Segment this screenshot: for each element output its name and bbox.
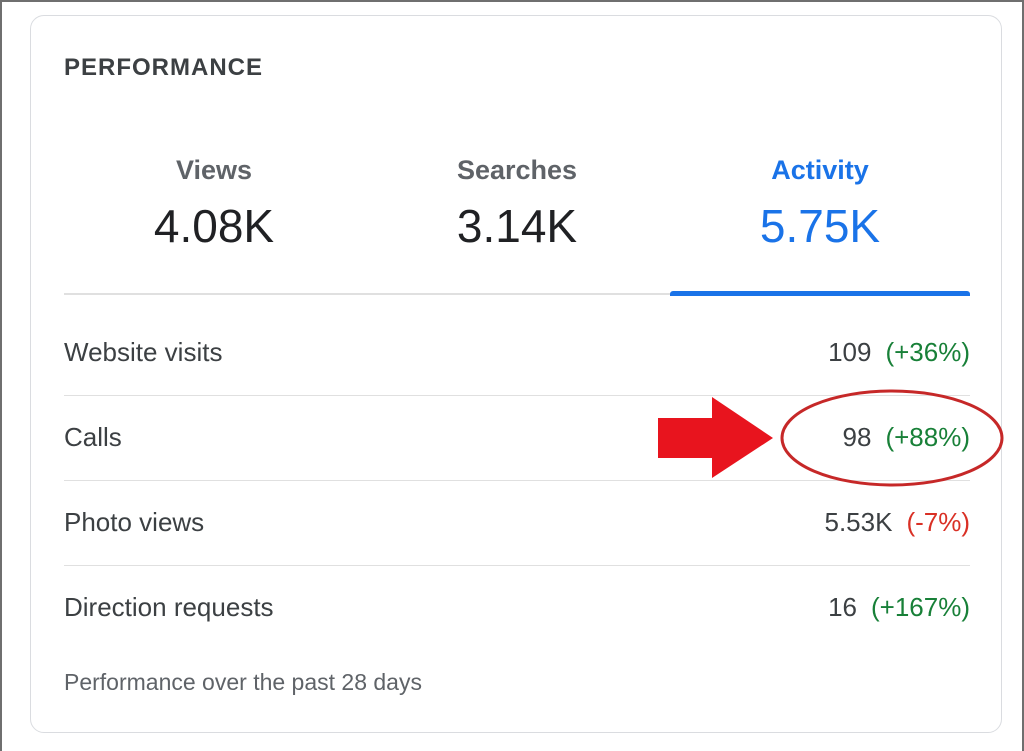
list-item-label: Photo views (64, 507, 205, 537)
list-item-calls: Calls 98 (+88%) (64, 396, 970, 481)
list-item-label: Website visits (64, 337, 223, 367)
list-item-value: 109 (828, 337, 872, 367)
performance-card: PERFORMANCE Views 4.08K Searches 3.14K A… (30, 15, 1002, 733)
list-item-direction-requests: Direction requests 16 (+167%) (64, 566, 970, 650)
list-item-change: (+36%) (885, 337, 970, 367)
activity-list: Website visits 109 (+36%) Calls 98 (+88%) … (64, 311, 970, 650)
tab-activity-label: Activity (771, 155, 869, 185)
list-item-website-visits: Website visits 109 (+36%) (64, 311, 970, 396)
list-item-label: Direction requests (64, 592, 274, 622)
list-item-label: Calls (64, 422, 122, 452)
active-tab-indicator (670, 291, 970, 296)
tab-activity-value: 5.75K (759, 200, 881, 252)
tab-views-value: 4.08K (153, 200, 275, 252)
tab-views[interactable]: Views 4.08K (64, 131, 364, 293)
tab-searches-label: Searches (456, 155, 578, 185)
list-item-value: 5.53K (824, 507, 893, 537)
list-item-photo-views: Photo views 5.53K (-7%) (64, 481, 970, 566)
list-item-value: 16 (828, 592, 857, 622)
tab-views-label: Views (175, 155, 253, 185)
metric-tabs: Views 4.08K Searches 3.14K Activity 5.75… (64, 131, 970, 296)
footer-note: Performance over the past 28 days (64, 669, 422, 695)
tab-searches-value: 3.14K (456, 200, 578, 252)
list-item-change: (+88%) (885, 422, 970, 452)
tab-searches[interactable]: Searches 3.14K (367, 131, 667, 293)
list-item-change: (-7%) (906, 507, 970, 537)
tab-activity[interactable]: Activity 5.75K (670, 131, 970, 296)
list-item-change: (+167%) (871, 592, 970, 622)
list-item-value: 98 (842, 422, 872, 452)
card-title: PERFORMANCE (64, 54, 264, 81)
